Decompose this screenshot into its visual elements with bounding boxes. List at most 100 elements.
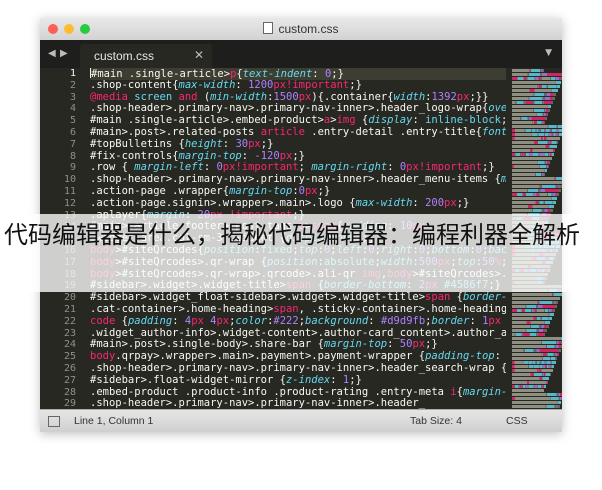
tab-menu-dropdown-icon[interactable]: ▼: [545, 48, 552, 58]
tab-custom-css[interactable]: custom.css ✕: [80, 44, 212, 68]
line-number: 4: [69, 103, 76, 115]
minimap-row: [512, 121, 545, 124]
code-token: 1500: [273, 91, 299, 103]
minimap-row: [512, 149, 556, 152]
line-number: 26: [63, 362, 76, 374]
code-line[interactable]: .cat-container>.home-heading>span, .stic…: [90, 304, 506, 316]
panel-toggle-icon[interactable]: [48, 416, 60, 427]
minimap-row: [512, 181, 562, 184]
code-token: margin-right: [462, 386, 506, 398]
code-token: #main .single-article>.embed-product>: [90, 115, 324, 127]
code-line[interactable]: #main>.post>.related-posts article .entr…: [90, 127, 506, 139]
syntax-selector[interactable]: CSS: [506, 415, 528, 427]
caption-text: 代码编辑器是什么，揭秘代码编辑器：编程利器全解析: [4, 221, 580, 249]
minimap-row: [512, 197, 558, 200]
code-token: :: [222, 138, 236, 150]
caption-overlay: 代码编辑器是什么，揭秘代码编辑器：编程利器全解析: [0, 214, 602, 292]
code-token: :: [241, 150, 255, 162]
code-line[interactable]: .row { margin-left: 0px!important; margi…: [90, 162, 506, 174]
minimap-row: [512, 101, 554, 104]
minimap-row: [512, 381, 548, 384]
code-token: #main .single-article>: [91, 68, 231, 80]
code-token: ;: [501, 115, 506, 126]
code-line[interactable]: #main .single-article>.embed-product>a>i…: [90, 115, 506, 127]
code-line[interactable]: #main .single-article>p{text-indent: 0;}: [90, 68, 506, 80]
minimap-row: [512, 189, 561, 192]
minimap-row: [512, 301, 559, 304]
minimap-row: [512, 69, 545, 72]
code-token: 200: [425, 197, 445, 209]
code-token: !important: [418, 162, 483, 174]
cursor-position: Line 1, Column 1: [74, 415, 154, 427]
code-line[interactable]: body.qrpay>.wrapper>.main>.payment>.paym…: [90, 351, 506, 363]
code-token: font-weig: [481, 126, 506, 138]
code-token: :: [235, 79, 249, 91]
code-token: padding: [127, 315, 173, 327]
line-number: 9: [69, 162, 76, 174]
code-line[interactable]: .embed-product .product-info .product-ra…: [90, 387, 506, 399]
code-token: margin-top: [229, 185, 293, 197]
line-number: 7: [69, 138, 76, 150]
line-number: 8: [69, 150, 76, 162]
code-token: :: [368, 315, 381, 327]
code-token: .entry-detail .entry-title: [311, 126, 476, 138]
minimap-row: [512, 337, 562, 340]
code-token: #sidebar>.widget_float-sidebar>.widget>.…: [90, 292, 426, 304]
status-bar: Line 1, Column 1 Tab Size: 4 CSS: [40, 409, 562, 432]
tab-scroll-right-icon[interactable]: ▶: [60, 48, 68, 59]
minimap-row: [512, 93, 557, 96]
code-line[interactable]: #main>.post>.single-body>.share-bar {mar…: [90, 339, 506, 351]
code-line[interactable]: code {padding: 4px 4px;color:#222;backgr…: [90, 316, 506, 328]
code-line[interactable]: .action-page .wrapper{margin-top:0px;}: [90, 186, 506, 198]
line-number: 24: [63, 339, 76, 351]
code-token: 1392: [431, 91, 457, 103]
code-line[interactable]: #sidebar>.widget_float-sidebar>.widget>.…: [90, 292, 506, 304]
code-token: px: [279, 150, 293, 162]
code-line[interactable]: #topBulletins {height: 30px;}: [90, 139, 506, 151]
tab-scroll-left-icon[interactable]: ◀: [48, 48, 56, 59]
code-token: padding-top: [425, 351, 495, 363]
code-token: min-width: [210, 91, 268, 103]
code-token: #main>.post>.related-posts: [90, 126, 261, 138]
code-line[interactable]: .shop-header>.primary-nav>.primary-nav-i…: [90, 103, 506, 115]
code-line[interactable]: .shop-content{max-width: 1200px!importan…: [90, 80, 506, 92]
code-token: text-indent: [242, 68, 313, 80]
minimap-row: [512, 385, 547, 388]
code-token: z-index: [285, 374, 331, 386]
code-line[interactable]: #fix-controls{margin-top: -120px;}: [90, 151, 506, 163]
code-line[interactable]: .action-page.signin>.wrapper>.main>.logo…: [90, 198, 506, 210]
minimap-row: [512, 153, 554, 156]
minimap-row: [512, 405, 560, 408]
minimap-row: [512, 97, 555, 100]
code-token: border-botto: [462, 292, 506, 304]
code-token: margin-right: [311, 162, 388, 174]
line-number: 27: [63, 374, 76, 386]
minimap-row: [512, 89, 558, 92]
code-token: px: [248, 138, 261, 150]
code-line[interactable]: #sidebar>.float-widget-mirror {z-index: …: [90, 375, 506, 387]
code-line[interactable]: .widget_author-info>.widget-content>.aut…: [90, 328, 506, 340]
code-token: overflow: [488, 103, 506, 115]
code-token: max-width: [355, 197, 413, 209]
code-token: span: [425, 292, 457, 304]
code-token: :: [469, 315, 483, 327]
code-line[interactable]: .shop-header>.primary-nav>.primary-nav-i…: [90, 363, 506, 375]
code-token: px: [304, 185, 318, 197]
code-line[interactable]: @media screen and (min-width:1500px){.co…: [90, 92, 506, 104]
file-icon: [263, 22, 274, 34]
code-token: .action-page .wrapper: [90, 185, 223, 197]
code-token: px: [488, 315, 506, 327]
tab-size-selector[interactable]: Tab Size: 4: [410, 415, 462, 427]
code-token: #topBulletins: [90, 138, 179, 150]
code-line[interactable]: .shop-header>.primary-nav>.primary-nav-i…: [90, 174, 506, 186]
code-token: px: [298, 91, 312, 103]
code-token: !important: [235, 162, 299, 174]
close-tab-icon[interactable]: ✕: [194, 48, 204, 62]
minimap-row: [512, 117, 547, 120]
minimap-row: [512, 173, 546, 176]
minimap-row: [512, 369, 553, 372]
code-token: ;}}: [469, 91, 489, 103]
minimap-row: [512, 373, 551, 376]
code-token: .action-page.signin>.wrapper>.main>.logo: [90, 197, 350, 209]
minimap-row: [512, 193, 559, 196]
